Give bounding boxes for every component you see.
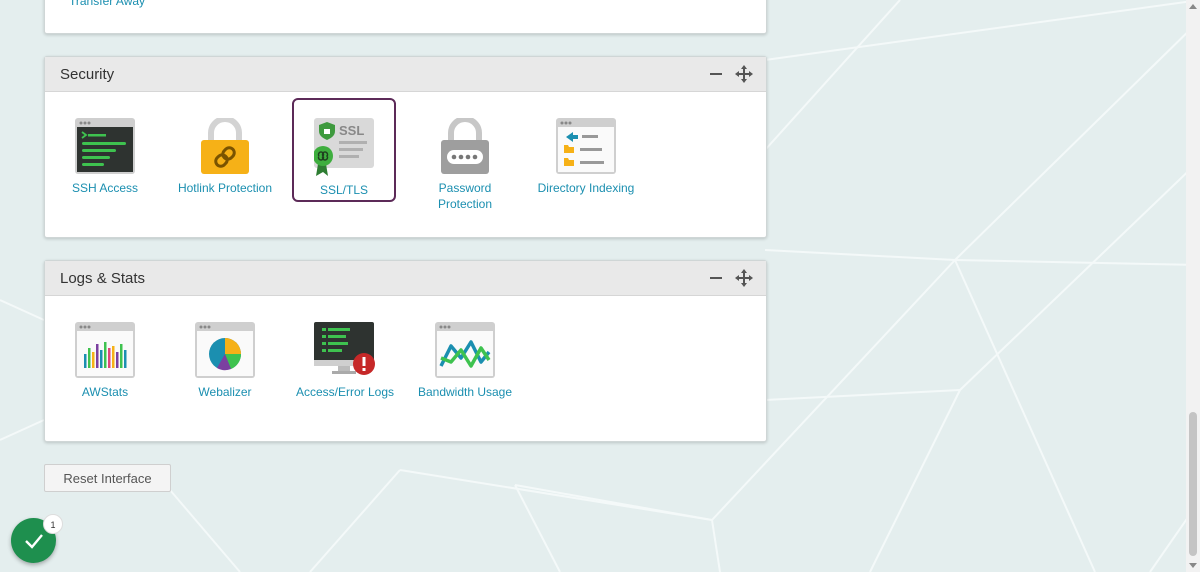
scroll-down-icon[interactable] — [1189, 563, 1197, 568]
reset-interface-button[interactable]: Reset Interface — [44, 464, 171, 492]
error-log-monitor-icon — [314, 322, 375, 375]
minimize-icon[interactable] — [706, 64, 726, 84]
item-label: Access/Error Logs — [295, 385, 395, 399]
awstats-item[interactable]: AWStats — [53, 302, 157, 406]
svg-text:SSL: SSL — [339, 123, 364, 138]
vertical-scrollbar[interactable] — [1186, 0, 1200, 572]
logs-stats-panel: Logs & Stats AWStats Webalizer Access/Er… — [44, 260, 767, 442]
notification-count-badge: 1 — [43, 514, 63, 534]
logs-panel-title: Logs & Stats — [60, 270, 146, 287]
scrollbar-thumb[interactable] — [1189, 412, 1197, 556]
item-label: SSH Access — [71, 181, 139, 195]
move-icon[interactable] — [734, 64, 754, 84]
previous-panel: Transfer Away — [44, 0, 767, 34]
transfer-away-link[interactable]: Transfer Away — [69, 0, 145, 8]
item-label: Bandwidth Usage — [417, 385, 513, 399]
directory-index-icon — [556, 118, 616, 174]
move-icon[interactable] — [734, 268, 754, 288]
security-panel-header[interactable]: Security — [45, 57, 766, 92]
password-protection-item[interactable]: Password Protection — [413, 98, 517, 211]
item-label: Directory Indexing — [537, 181, 635, 195]
ssl-tls-item[interactable]: SSL SSL/TLS — [292, 98, 396, 202]
minimize-icon[interactable] — [706, 268, 726, 288]
scroll-up-icon[interactable] — [1189, 4, 1197, 9]
item-label: Webalizer — [198, 385, 252, 399]
item-label: Hotlink Protection — [177, 181, 273, 195]
bandwidth-line-chart-icon — [435, 322, 495, 378]
password-lock-icon — [441, 118, 489, 174]
access-error-logs-item[interactable]: Access/Error Logs — [293, 302, 397, 406]
security-panel: Security SSH Access Hotlink Protection S… — [44, 56, 767, 238]
logs-panel-header[interactable]: Logs & Stats — [45, 261, 766, 296]
ssl-certificate-icon: SSL — [314, 118, 374, 176]
bandwidth-usage-item[interactable]: Bandwidth Usage — [413, 302, 517, 406]
item-label: SSL/TLS — [319, 183, 369, 197]
padlock-link-icon — [201, 118, 249, 174]
item-label: AWStats — [81, 385, 129, 399]
checkmark-icon — [25, 534, 43, 549]
hotlink-protection-item[interactable]: Hotlink Protection — [173, 98, 277, 202]
webalizer-item[interactable]: Webalizer — [173, 302, 277, 406]
item-label: Password Protection — [437, 181, 493, 211]
ssh-access-item[interactable]: SSH Access — [53, 98, 157, 202]
security-panel-title: Security — [60, 66, 115, 83]
webalizer-pie-chart-icon — [195, 322, 255, 378]
ssh-terminal-icon — [75, 118, 135, 174]
awstats-bar-chart-icon — [75, 322, 135, 378]
directory-indexing-item[interactable]: Directory Indexing — [534, 98, 638, 202]
